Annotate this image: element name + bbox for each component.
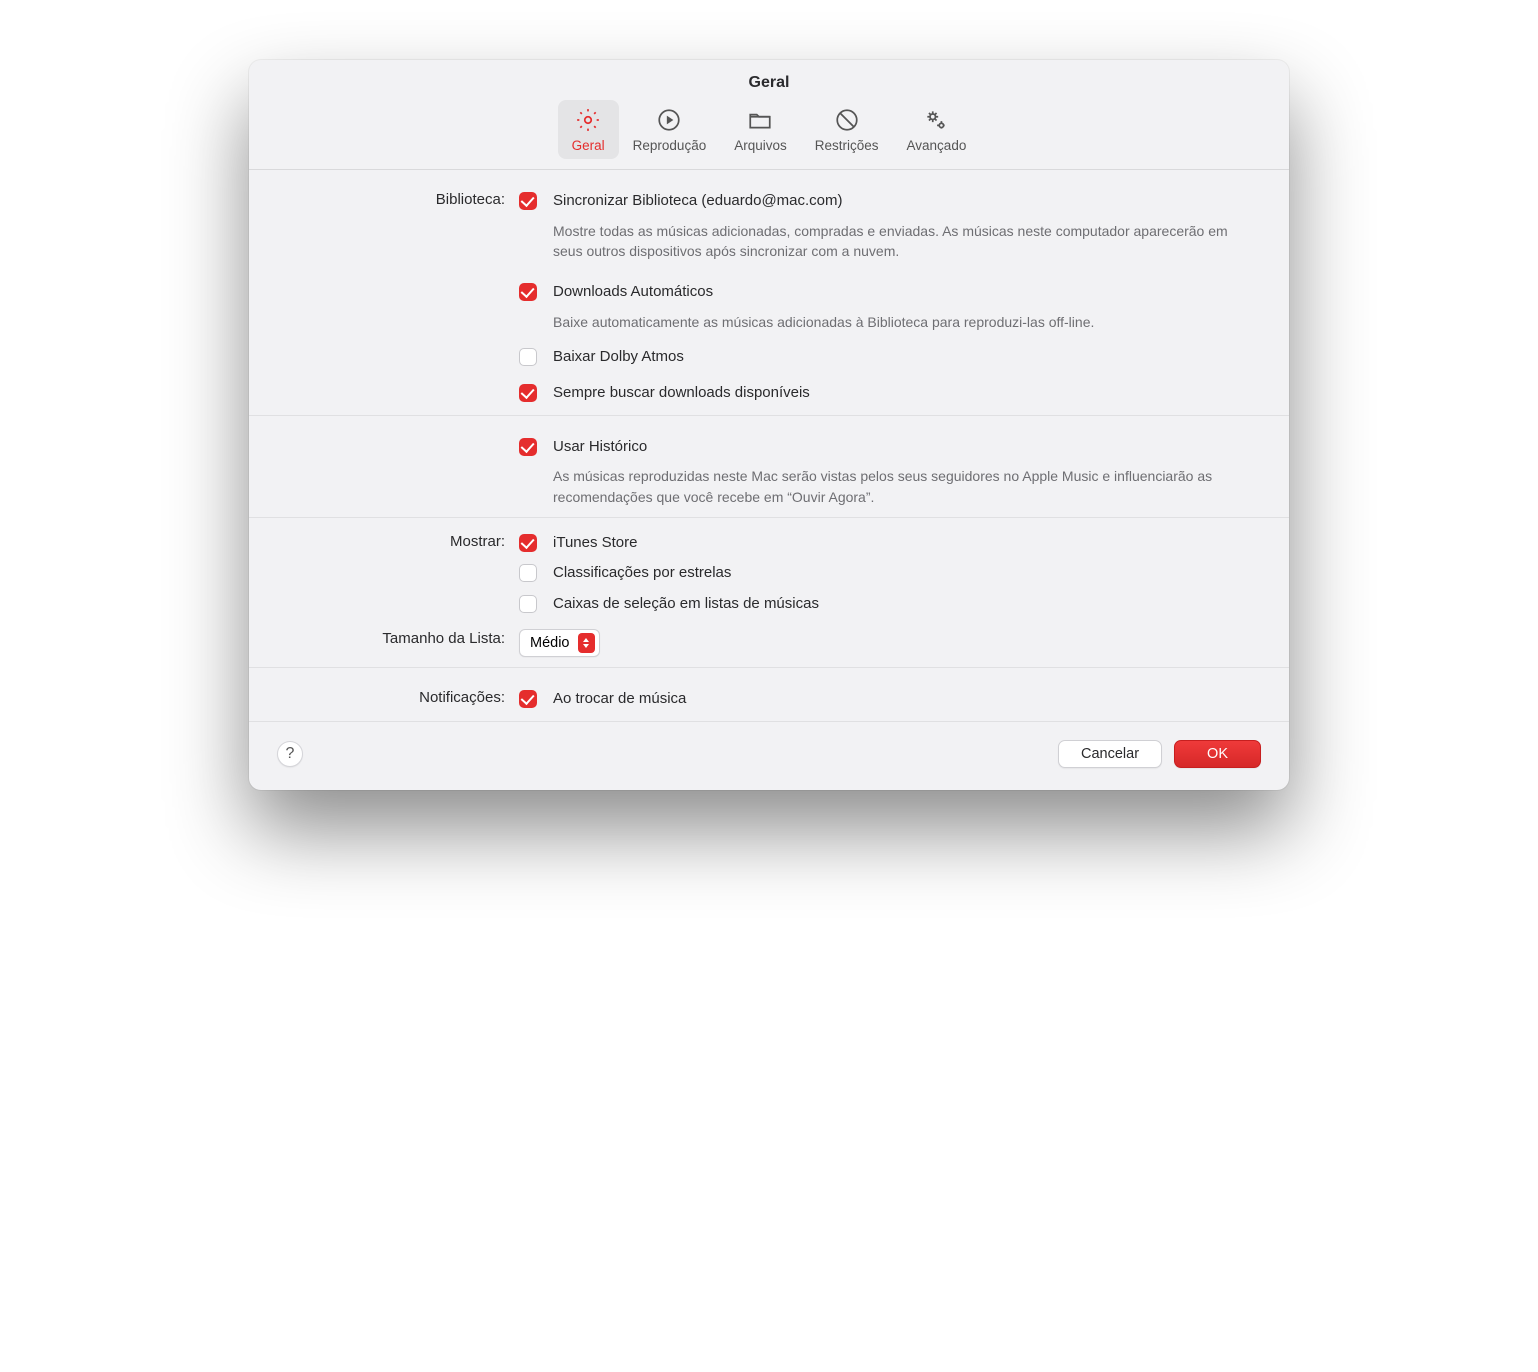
cancel-button[interactable]: Cancelar [1058, 740, 1162, 768]
show-section: Mostrar: iTunes Store Classificações por… [249, 518, 1289, 669]
history-section: Usar Histórico As músicas reproduzidas n… [249, 416, 1289, 518]
content-area: Biblioteca: Sincronizar Biblioteca (edua… [249, 170, 1289, 721]
library-section: Biblioteca: Sincronizar Biblioteca (edua… [249, 170, 1289, 416]
use-history-checkbox[interactable] [519, 438, 537, 456]
gears-icon [922, 106, 950, 134]
tab-label: Geral [572, 138, 605, 153]
song-list-checkboxes-checkbox[interactable] [519, 595, 537, 613]
show-label: Mostrar: [249, 532, 509, 550]
always-fetch-checkbox[interactable] [519, 384, 537, 402]
sync-library-checkbox[interactable] [519, 192, 537, 210]
tab-playback[interactable]: Reprodução [619, 100, 721, 159]
select-stepper-icon [578, 633, 595, 653]
help-button[interactable]: ? [277, 741, 303, 767]
song-change-checkbox[interactable] [519, 690, 537, 708]
dolby-atmos-checkbox[interactable] [519, 348, 537, 366]
use-history-title: Usar Histórico [553, 436, 1249, 459]
tab-general[interactable]: Geral [558, 100, 619, 159]
tab-advanced[interactable]: Avançado [893, 100, 981, 159]
use-history-desc: As músicas reproduzidas neste Mac serão … [553, 466, 1249, 507]
itunes-store-title: iTunes Store [553, 532, 1249, 555]
auto-downloads-title: Downloads Automáticos [553, 281, 1249, 304]
window-title: Geral [249, 60, 1289, 98]
tab-files[interactable]: Arquivos [720, 100, 801, 159]
sync-library-title: Sincronizar Biblioteca (eduardo@mac.com) [553, 190, 1249, 213]
library-label: Biblioteca: [249, 190, 509, 208]
auto-downloads-checkbox[interactable] [519, 283, 537, 301]
list-size-value: Médio [530, 635, 570, 651]
ok-button[interactable]: OK [1174, 740, 1261, 768]
gear-icon [574, 106, 602, 134]
tab-label: Avançado [907, 138, 967, 153]
list-size-select[interactable]: Médio [519, 629, 600, 657]
folder-icon [746, 106, 774, 134]
tab-restrictions[interactable]: Restrições [801, 100, 893, 159]
tab-label: Reprodução [633, 138, 707, 153]
song-list-checkboxes-title: Caixas de seleção em listas de músicas [553, 593, 1249, 616]
play-icon [655, 106, 683, 134]
always-fetch-title: Sempre buscar downloads disponíveis [553, 382, 1249, 405]
star-ratings-checkbox[interactable] [519, 564, 537, 582]
star-ratings-title: Classificações por estrelas [553, 562, 1249, 585]
dolby-atmos-title: Baixar Dolby Atmos [553, 346, 1249, 369]
notifications-label: Notificações: [249, 688, 509, 706]
notifications-section: Notificações: Ao trocar de música [249, 668, 1289, 721]
list-size-label: Tamanho da Lista: [249, 629, 509, 647]
tab-label: Restrições [815, 138, 879, 153]
preferences-window: Geral Geral Reprodução Arquivos Restriçõ… [249, 60, 1289, 790]
prohibit-icon [833, 106, 861, 134]
auto-downloads-desc: Baixe automaticamente as músicas adicion… [553, 312, 1249, 332]
song-change-title: Ao trocar de música [553, 688, 1249, 711]
toolbar: Geral Reprodução Arquivos Restrições Ava… [249, 98, 1289, 170]
footer: ? Cancelar OK [249, 721, 1289, 790]
itunes-store-checkbox[interactable] [519, 534, 537, 552]
sync-library-desc: Mostre todas as músicas adicionadas, com… [553, 221, 1249, 262]
tab-label: Arquivos [734, 138, 787, 153]
